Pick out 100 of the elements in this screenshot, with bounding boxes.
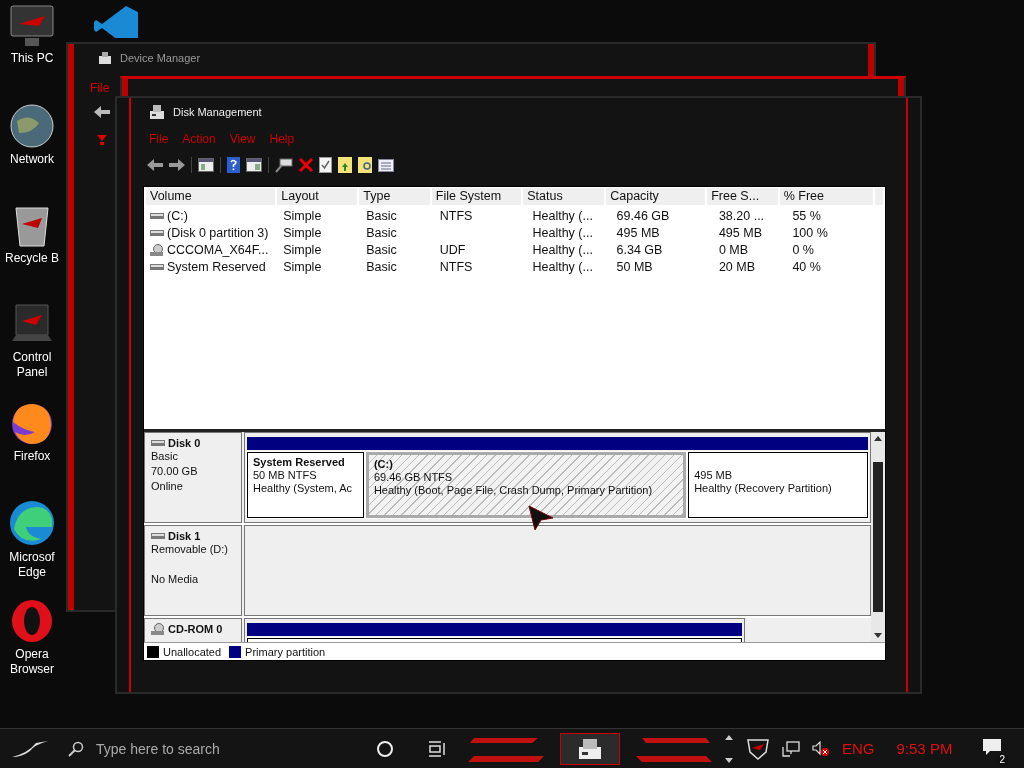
disk-name: CD-ROM 0 [168,623,223,635]
disk-name: Disk 1 [168,530,201,542]
scroll-up-icon[interactable] [874,435,882,441]
column-header[interactable]: Capacity [606,188,706,205]
search-field[interactable]: Type here to search [94,739,338,758]
globe-icon[interactable] [9,103,55,149]
icon-label[interactable]: Firefox [13,449,51,464]
disk-type: Removable (D:) [151,543,230,557]
notification-count: 2 [996,753,1009,766]
partition-block[interactable]: System Reserved 50 MB NTFS Healthy (System, Ac [247,452,364,518]
table-cell: Simple [283,208,322,223]
table-cell: Simple [283,225,322,240]
table-cell: 69.46 GB [616,208,670,223]
table-cell: 495 MB [718,225,762,240]
taskbar-app-button[interactable] [560,732,620,765]
table-cell: 0 MB [718,242,749,257]
folder-search-icon[interactable] [358,157,372,173]
notification-icon[interactable] [982,737,1003,756]
table-cell: 40 % [792,259,821,274]
back-arrow-icon[interactable] [147,159,163,171]
folder-up-icon[interactable] [338,157,352,173]
disk-drive-icon [577,736,603,761]
icon-label[interactable]: Control Panel [1,350,63,380]
table-cell: (Disk 0 partition 3) [167,225,269,240]
column-header[interactable]: Layout [277,188,358,205]
shield-logo-icon[interactable] [746,737,770,760]
icon-label[interactable]: Recycle B [5,251,59,266]
table-cell: 100 % [792,225,828,240]
icon-label[interactable]: This PC [10,51,54,66]
table-cell: NTFS [439,208,473,223]
window-title: Device Manager [120,52,201,64]
ring-logo-icon[interactable] [9,598,55,644]
table-cell: 0 % [792,242,814,257]
table-cell: Healthy (... [532,208,593,223]
table-cell: Healthy (... [532,259,593,274]
drive-icon [150,263,164,270]
table-cell: 20 MB [718,259,756,274]
optical-drive-icon [150,243,164,256]
icon-label[interactable]: Network [10,152,54,167]
table-cell: Simple [283,242,322,257]
forward-arrow-icon[interactable] [169,159,185,171]
icon-label[interactable]: Opera Browser [1,647,63,677]
task-view-icon[interactable] [428,740,446,757]
table-cell: Healthy (... [532,242,593,257]
table-cell: 495 MB [616,225,660,240]
swirl-logo-icon[interactable] [8,499,56,547]
disk-info-panel[interactable]: Disk 0 Basic 70.00 GB Online [144,432,242,523]
network-icon[interactable] [782,740,800,757]
table-cell: Basic [366,259,397,274]
column-header[interactable]: % Free [779,188,873,205]
drive-icon [151,533,165,539]
muted-speaker-icon[interactable] [812,740,830,757]
help-icon[interactable] [227,157,240,173]
table-cell: (C:) [167,208,188,223]
mouse-pointer-icon [527,504,555,532]
scrollbar[interactable] [871,432,885,642]
ribbon-logo-icon[interactable] [92,4,140,38]
icon-label[interactable]: Microsof Edge [1,550,63,580]
scroll-down-icon[interactable] [874,633,882,639]
delete-icon[interactable] [299,158,313,172]
table-cell: CCCOMA_X64F... [167,242,269,257]
back-arrow-icon[interactable] [94,106,110,118]
circle-icon[interactable] [376,739,394,758]
drive-icon [150,212,164,219]
column-header[interactable]: Type [359,188,430,205]
computer-icon[interactable] [9,4,55,48]
disk-status: No Media [151,573,200,587]
action-pane-icon[interactable] [246,158,262,172]
table-cell: System Reserved [167,259,266,274]
tree-node-icon [96,134,108,146]
menu-item[interactable]: File [90,81,110,95]
table-cell: Simple [283,259,322,274]
disk-status: Online [151,480,184,494]
column-header[interactable]: Volume [146,188,276,205]
table-cell: Basic [366,242,397,257]
disk-drive-icon [149,104,165,120]
window-title: Disk Management [173,106,262,118]
column-header[interactable]: Status [523,188,605,205]
table-cell: 6.34 GB [616,242,663,257]
drive-connect-icon[interactable] [275,157,293,173]
legend-label: Unallocated [163,645,222,658]
disk-size: 70.00 GB [151,465,199,479]
language-indicator[interactable]: ENG [842,740,875,757]
clock[interactable]: 9:53 PM [896,740,953,757]
list-view-icon[interactable] [378,158,394,172]
table-cell: Basic [366,208,397,223]
table-cell: UDF [439,242,466,257]
drive-icon [150,229,164,236]
search-icon [68,740,84,757]
column-header[interactable]: File System [431,188,522,205]
disk-info-panel[interactable]: Disk 1 Removable (D:) No Media [144,525,242,616]
partition-block[interactable]: (C:) 69.46 GB NTFS Healthy (Boot, Page File, Crash Dump, Primary Partition) [365,452,687,518]
column-header[interactable]: Free S... [707,188,778,205]
drive-icon [151,440,165,446]
table-cell: Basic [366,225,397,240]
device-icon [98,51,112,65]
checklist-icon[interactable] [319,157,332,173]
console-tree-icon[interactable] [198,158,214,172]
legend-label: Primary partition [245,645,326,658]
partition-block[interactable]: 495 MB Healthy (Recovery Partition) [688,452,868,518]
